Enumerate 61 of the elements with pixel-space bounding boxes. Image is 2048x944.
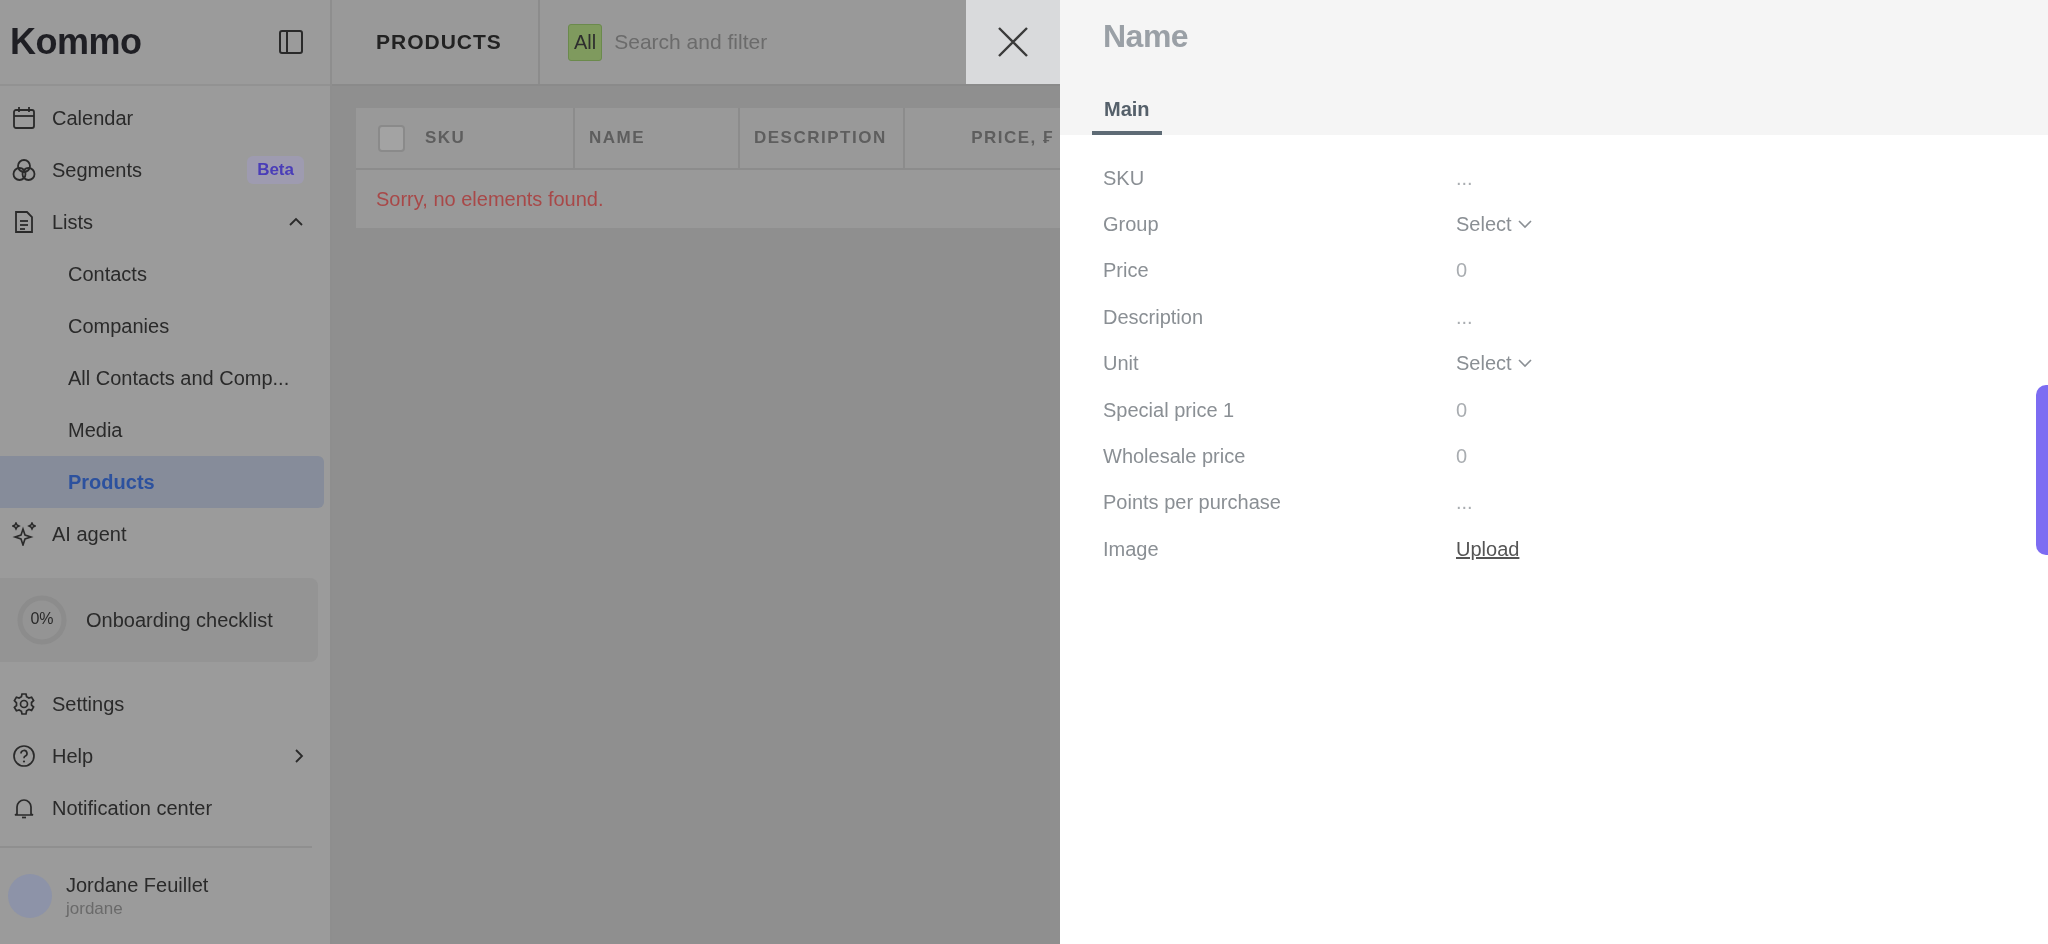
sidebar-item-label: Settings: [52, 692, 125, 716]
field-label: Group: [1103, 213, 1160, 237]
select-dropdown[interactable]: Select: [1456, 213, 1532, 237]
chevron-up-icon[interactable]: [288, 217, 304, 227]
calendar-icon: [12, 106, 36, 130]
input-field[interactable]: ...: [1456, 491, 1756, 515]
filter-tag[interactable]: All: [568, 23, 603, 61]
sidebar-item[interactable]: AI agent: [0, 508, 330, 560]
input-field[interactable]: 0: [1456, 445, 1756, 469]
sidebar-item-label: Segments: [52, 158, 143, 182]
beta-badge: Beta: [247, 156, 304, 184]
input-field[interactable]: ...: [1456, 305, 1756, 329]
sidebar-subitem[interactable]: Media: [0, 404, 324, 456]
logo: Kommo: [10, 21, 142, 63]
sidebar-item-label: Notification center: [52, 796, 213, 820]
sidebar-subitem[interactable]: All Contacts and Comp...: [0, 352, 324, 404]
side-tab-handle[interactable]: [2036, 385, 2048, 555]
close-button[interactable]: [966, 0, 1060, 84]
page-title: PRODUCTS: [332, 0, 540, 84]
onboarding-label: Onboarding checklist: [86, 608, 273, 632]
caret-icon: [1517, 220, 1532, 230]
sidebar-item[interactable]: Settings: [0, 678, 330, 730]
field-label: Special price 1: [1103, 398, 1236, 422]
empty-message: Sorry, no elements found.: [375, 186, 605, 212]
user-name: Jordane Feuillet: [66, 873, 209, 897]
tab[interactable]: Main: [1092, 98, 1162, 135]
field-label: Price: [1103, 259, 1150, 283]
sidebar-item-label: Calendar: [52, 106, 134, 130]
settings-icon: [12, 692, 36, 716]
field-label: SKU: [1103, 166, 1146, 190]
field-label: Image: [1103, 537, 1160, 561]
circles-icon: [12, 158, 36, 182]
sidebar-item-label: Lists: [52, 210, 94, 234]
sparkle-icon: [12, 522, 36, 546]
sidebar-item-label: Help: [52, 744, 94, 768]
sidebar-subitem[interactable]: Companies: [0, 300, 324, 352]
field-label: Description: [1103, 305, 1205, 329]
help-icon: [12, 744, 36, 768]
input-field[interactable]: ...: [1456, 166, 1756, 190]
caret-icon: [1517, 359, 1532, 369]
select-all-checkbox[interactable]: [378, 124, 405, 152]
sidebar-item-label: AI agent: [52, 522, 127, 546]
sidebar-item[interactable]: Help: [0, 730, 330, 782]
sidebar-item[interactable]: Calendar: [0, 92, 330, 144]
input-field[interactable]: 0: [1456, 259, 1756, 283]
sidebar-subitem[interactable]: Contacts: [0, 248, 324, 300]
sidebar-toggle-icon[interactable]: [278, 29, 304, 55]
document-icon: [12, 210, 36, 234]
close-icon: [996, 25, 1030, 59]
upload-link[interactable]: Upload: [1456, 537, 1520, 561]
onboarding-card[interactable]: 0% Onboarding checklist: [0, 578, 318, 662]
bell-icon: [12, 796, 36, 820]
select-dropdown[interactable]: Select: [1456, 352, 1532, 376]
input-field[interactable]: 0: [1456, 398, 1756, 422]
sidebar-item[interactable]: Segments Beta: [0, 144, 330, 196]
sidebar-item[interactable]: Lists: [0, 196, 330, 248]
field-label: Unit: [1103, 352, 1140, 376]
field-label: Wholesale price: [1103, 445, 1247, 469]
progress-percent: 0%: [29, 610, 55, 628]
field-label: Points per purchase: [1103, 491, 1282, 515]
sidebar-item[interactable]: Notification center: [0, 782, 330, 834]
